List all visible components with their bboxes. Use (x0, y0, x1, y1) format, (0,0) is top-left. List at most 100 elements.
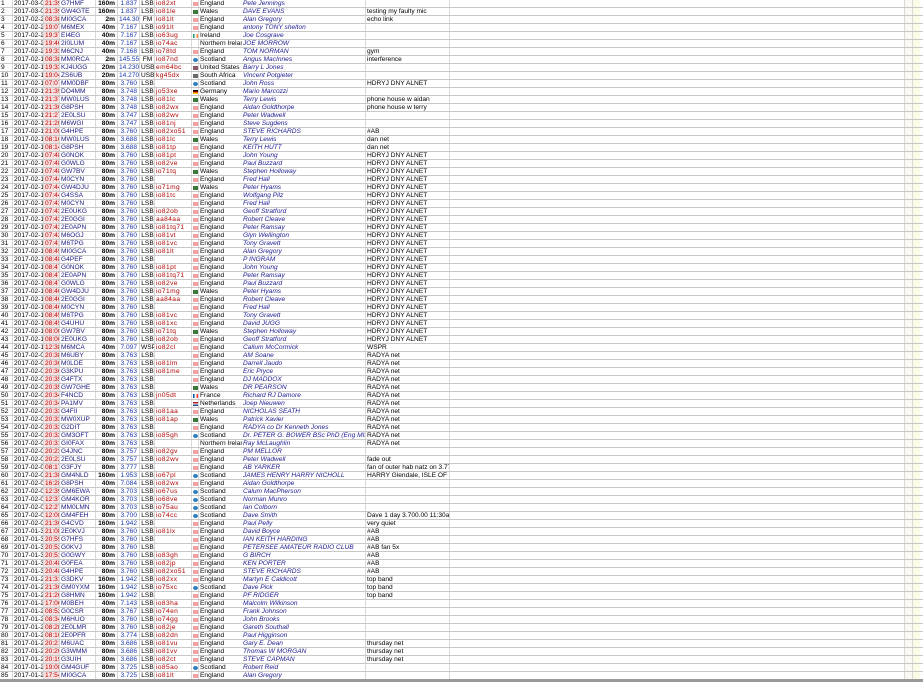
callsign-cell[interactable]: MI0GCA (60, 672, 96, 679)
date-cell[interactable]: 2017-02-09 (13, 456, 44, 463)
row-number[interactable]: 72 (0, 568, 13, 575)
table-row[interactable]: 32017-02-2508:38MI0GCA2m144.300FMio81lt E… (0, 16, 923, 24)
extra-cell[interactable] (905, 280, 913, 287)
table-row[interactable]: 682017-01-3020:59G7HFS80m3.760LSB England… (0, 536, 923, 544)
name-cell[interactable]: Norman Munro (242, 496, 366, 503)
extra-cell[interactable] (913, 416, 920, 423)
band-cell[interactable]: 80m (96, 104, 118, 111)
locator-cell[interactable]: io81tc (155, 192, 192, 199)
empty-cell[interactable] (450, 200, 905, 207)
extra-cell[interactable] (905, 240, 913, 247)
table-row[interactable]: 92017-02-1719:33KJ4UGG20m14.230USBem64bc… (0, 64, 923, 72)
row-number[interactable]: 6 (0, 40, 13, 47)
locator-cell[interactable]: aa84aa (155, 216, 192, 223)
mode-cell[interactable]: LSB (140, 8, 155, 15)
table-row[interactable]: 762017-01-2917:06M0BEH40m7.143LSBio83ha E… (0, 600, 923, 608)
frequency-cell[interactable]: 3.760 (118, 200, 140, 207)
callsign-cell[interactable]: GW7BV (60, 328, 96, 335)
row-number[interactable]: 69 (0, 544, 13, 551)
callsign-cell[interactable]: M6UAC (60, 640, 96, 647)
name-cell[interactable]: Tony Gravett (242, 312, 366, 319)
band-cell[interactable]: 80m (96, 416, 118, 423)
locator-cell[interactable] (155, 440, 192, 447)
row-number[interactable]: 59 (0, 464, 13, 471)
locator-cell[interactable]: kg45dx (155, 72, 192, 79)
empty-cell[interactable] (450, 632, 905, 639)
row-number[interactable]: 53 (0, 416, 13, 423)
extra-cell[interactable] (913, 184, 920, 191)
date-cell[interactable]: 2017-02-23 (13, 32, 44, 39)
band-cell[interactable]: 80m (96, 136, 118, 143)
frequency-cell[interactable]: 3.760 (118, 80, 140, 87)
extra-cell[interactable] (913, 192, 920, 199)
mode-cell[interactable]: WSPR (140, 344, 155, 351)
extra-cell[interactable] (905, 160, 913, 167)
extra-cell[interactable] (913, 344, 920, 351)
mode-cell[interactable]: LSB (140, 464, 155, 471)
frequency-cell[interactable]: 144.300 (118, 16, 140, 23)
notes-cell[interactable]: RADYA net (366, 416, 450, 423)
locator-cell[interactable]: io81vv (155, 648, 192, 655)
name-cell[interactable]: Tony Gravett (242, 240, 366, 247)
table-row[interactable]: 62017-02-2319:462I0LUM40m7.167LSBio74ac N… (0, 40, 923, 48)
extra-cell[interactable] (905, 480, 913, 487)
band-cell[interactable]: 80m (96, 112, 118, 119)
extra-cell[interactable] (905, 272, 913, 279)
frequency-cell[interactable]: 3.760 (118, 560, 140, 567)
extra-cell[interactable] (913, 536, 920, 543)
frequency-cell[interactable]: 3.760 (118, 224, 140, 231)
name-cell[interactable]: PF RIDGER (242, 592, 366, 599)
table-row[interactable]: 622017-02-0412:39GM6EWA80m3.703LSBio67us… (0, 488, 923, 496)
extra-cell[interactable] (913, 352, 920, 359)
empty-cell[interactable] (450, 168, 905, 175)
notes-cell[interactable] (366, 488, 450, 495)
frequency-cell[interactable]: 3.760 (118, 280, 140, 287)
time-cell[interactable]: 08:47 (44, 272, 60, 279)
time-cell[interactable]: 12:39 (44, 488, 60, 495)
row-number[interactable]: 48 (0, 376, 13, 383)
country-cell[interactable]: England (199, 128, 242, 135)
date-cell[interactable]: 2017-02-11 (13, 320, 44, 327)
frequency-cell[interactable]: 3.688 (118, 144, 140, 151)
time-cell[interactable]: 08:00 (44, 336, 60, 343)
mode-cell[interactable]: LSB (140, 328, 155, 335)
country-cell[interactable]: England (199, 104, 242, 111)
extra-cell[interactable] (913, 320, 920, 327)
date-cell[interactable]: 2017-02-04 (13, 480, 44, 487)
notes-cell[interactable]: RADYA net (366, 352, 450, 359)
extra-cell[interactable] (913, 0, 920, 7)
row-number[interactable]: 14 (0, 104, 13, 111)
frequency-cell[interactable]: 3.757 (118, 448, 140, 455)
locator-cell[interactable]: io81pt (155, 152, 192, 159)
row-number[interactable]: 52 (0, 408, 13, 415)
extra-cell[interactable] (913, 672, 920, 679)
row-number[interactable]: 62 (0, 488, 13, 495)
frequency-cell[interactable]: 3.703 (118, 488, 140, 495)
mode-cell[interactable]: LSB (140, 80, 155, 87)
table-row[interactable]: 442017-02-1012:38M6MCA40m7.097WSPRio82cl… (0, 344, 923, 352)
extra-cell[interactable] (905, 152, 913, 159)
time-cell[interactable]: 08:46 (44, 304, 60, 311)
frequency-cell[interactable]: 7.084 (118, 480, 140, 487)
name-cell[interactable]: Malcolm Wilkinson (242, 600, 366, 607)
locator-cell[interactable]: io63ug (155, 32, 192, 39)
callsign-cell[interactable]: M6TPG (60, 240, 96, 247)
time-cell[interactable]: 21:30 (44, 104, 60, 111)
locator-cell[interactable] (155, 256, 192, 263)
table-row[interactable]: 132017-02-1521:37MW0LUS80m3.748LSBio81lc… (0, 96, 923, 104)
extra-cell[interactable] (913, 408, 920, 415)
table-row[interactable]: 202017-02-1207:48G0NOK80m3.760LSBio81pt E… (0, 152, 923, 160)
table-row[interactable]: 742017-01-2921:30GM0YXM160m1.942LSBio75x… (0, 584, 923, 592)
frequency-cell[interactable]: 3.760 (118, 216, 140, 223)
frequency-cell[interactable]: 3.760 (118, 624, 140, 631)
table-row[interactable]: 752017-01-2921:26G8HMN160m1.942LSB Englan… (0, 592, 923, 600)
time-cell[interactable]: 19:07 (44, 24, 60, 31)
frequency-cell[interactable]: 3.748 (118, 88, 140, 95)
table-row[interactable]: 112017-02-1707:07MM0DBF80m3.760LSB Scotla… (0, 80, 923, 88)
locator-cell[interactable]: io75au (155, 504, 192, 511)
extra-cell[interactable] (905, 600, 913, 607)
time-cell[interactable]: 19:33 (44, 48, 60, 55)
table-row[interactable]: 702017-01-3020:51G0GWY80m3.760LSBio83gh E… (0, 552, 923, 560)
extra-cell[interactable] (905, 120, 913, 127)
empty-cell[interactable] (450, 424, 905, 431)
